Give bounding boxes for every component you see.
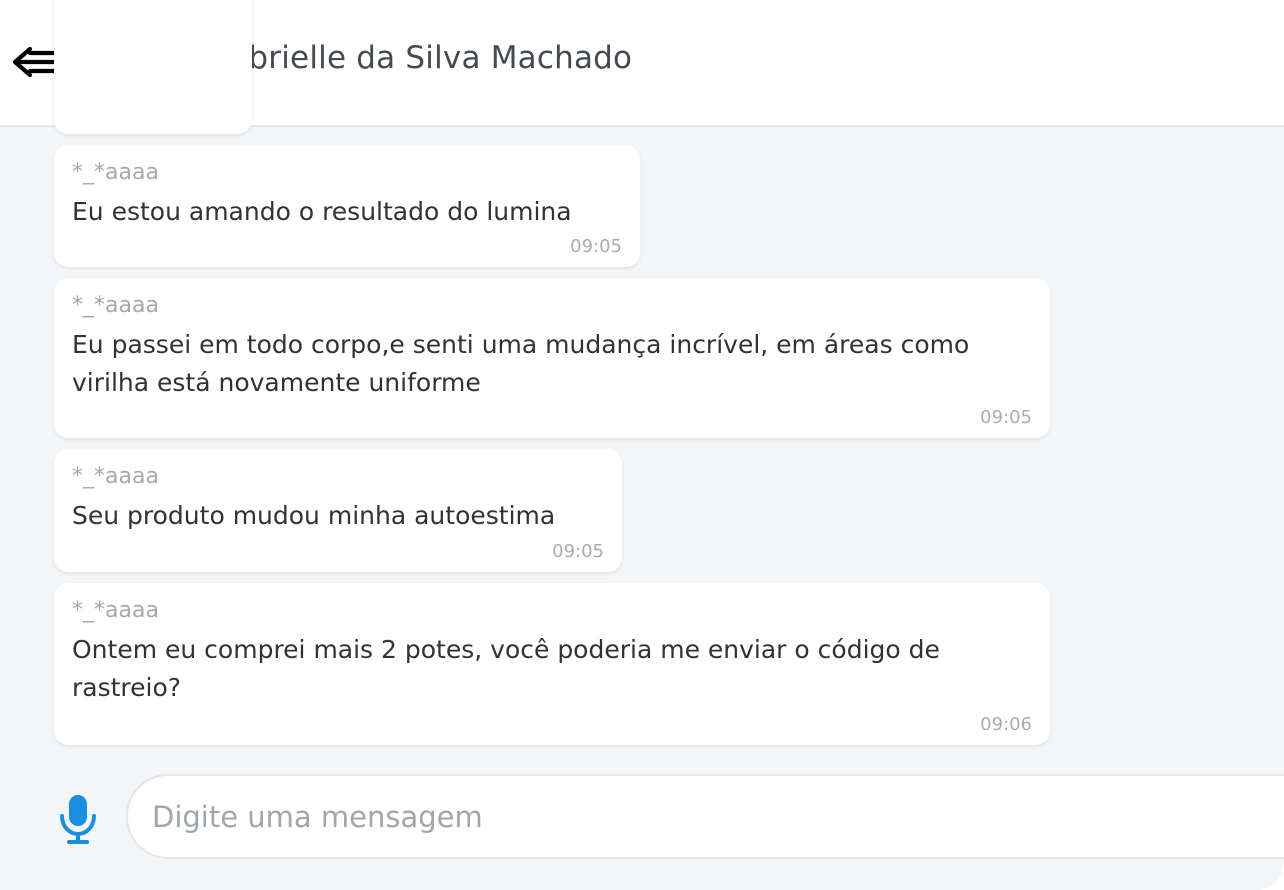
message-time: 09:05 [552,541,604,562]
message-bubble: *_*aaaa Ontem eu comprei mais 2 potes, v… [54,583,1050,745]
message-text: Ontem eu comprei mais 2 potes, você pode… [72,635,940,702]
message-sender: *_*aaaa [72,160,159,185]
message-sender: *_*aaaa [72,464,159,489]
message-time: 09:05 [570,236,622,257]
message-sender: *_*aaaa [72,293,159,318]
microphone-icon[interactable] [56,793,100,845]
message-text: Seu produto mudou minha autoestima [72,501,556,530]
contact-name[interactable]: Gabrielle da Silva Machado [205,40,632,76]
message-input[interactable] [126,774,1284,859]
message-bubble: *_*aaaa Eu estou amando o resultado do l… [54,145,640,267]
message-text: Eu passei em todo corpo,e senti uma muda… [72,330,970,397]
message-bubble: *_*aaaa Eu passei em todo corpo,e senti … [54,278,1050,438]
message-bubble-partial [54,0,252,134]
chat-window: Gabrielle da Silva Machado *_*aaaa Eu es… [0,0,1284,890]
message-sender: *_*aaaa [72,598,159,623]
message-composer [0,768,1284,890]
back-arrow-icon[interactable] [10,42,58,82]
message-time: 09:05 [980,407,1032,428]
message-time: 09:06 [980,714,1032,735]
message-bubble: *_*aaaa Seu produto mudou minha autoesti… [54,449,622,572]
message-text: Eu estou amando o resultado do lumina [72,197,572,226]
